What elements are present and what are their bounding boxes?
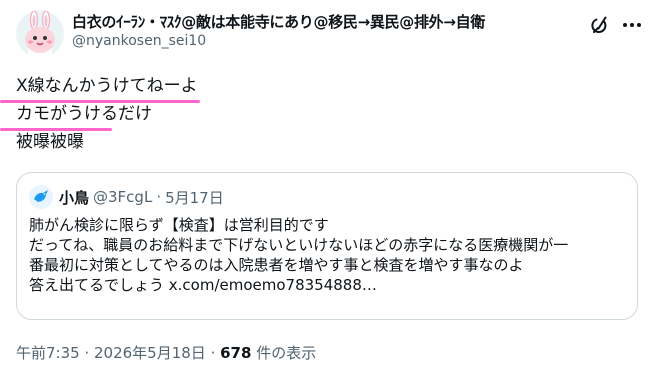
avatar-rabbit-icon: [16, 10, 64, 58]
post-line-1: X線なんかうけてねーよ: [16, 76, 198, 96]
quoted-post[interactable]: 小鳥 @3FcgL · 5月17日 肺がん検診に限らず【検査】は営利目的です だ…: [16, 172, 638, 320]
quoted-date[interactable]: 5月17日: [165, 187, 224, 208]
grok-icon[interactable]: [589, 13, 613, 37]
quoted-separator: ·: [156, 188, 162, 206]
quoted-text: 肺がん検診に限らず【検査】は営利目的です だってね、職員のお給料まで下げないとい…: [29, 215, 625, 295]
display-name-row: 白衣のｲｰﾗﾝ・ﾏｽｸ@敵は本能寺にあり@移民→異民@排外→自衛: [72, 11, 572, 32]
quoted-line-4: 答え出てるでしょう x.com/emoemo78354888…: [29, 276, 377, 294]
quoted-author-handle[interactable]: @3FcgL: [93, 188, 152, 206]
highlight-underline-2: [0, 128, 112, 131]
display-name[interactable]: 白衣のｲｰﾗﾝ・ﾏｽｸ@敵は本能寺にあり@移民→異民@排外→自衛: [72, 13, 485, 31]
meta-separator: ·: [79, 344, 94, 362]
post-body: X線なんかうけてねーよ カモがうけるだけ 被曝被曝: [16, 72, 198, 156]
view-count: 678: [220, 344, 252, 362]
post-line-3: 被曝被曝: [16, 132, 84, 152]
post-time[interactable]: 午前7:35: [16, 344, 80, 362]
avatar[interactable]: [16, 10, 64, 58]
more-icon[interactable]: [620, 13, 644, 37]
quoted-line-2: だってね、職員のお給料まで下げないといけないほどの赤字になる医療機関が一: [29, 236, 569, 254]
quoted-post-header: 小鳥 @3FcgL · 5月17日: [29, 185, 224, 209]
dove-avatar[interactable]: [29, 185, 53, 209]
quoted-line-1: 肺がん検診に限らず【検査】は営利目的です: [29, 216, 329, 234]
quoted-author-name[interactable]: 小鳥: [59, 187, 89, 208]
dove-icon: [34, 190, 48, 202]
views-label: 件の表示: [251, 344, 317, 362]
quoted-line-3: 番最初に対策としてやるのは入院患者を増やす事と検査を増やす事なのよ: [29, 256, 524, 274]
user-handle[interactable]: @nyankosen_sei10: [72, 33, 206, 49]
highlight-underline-1: [0, 100, 200, 103]
post-meta: 午前7:35 · 2026年5月18日 · 678 件の表示: [16, 342, 316, 363]
post-line-2: カモがうけるだけ: [16, 104, 152, 124]
post-date[interactable]: 2026年5月18日: [94, 344, 206, 362]
meta-separator-2: ·: [205, 344, 221, 362]
